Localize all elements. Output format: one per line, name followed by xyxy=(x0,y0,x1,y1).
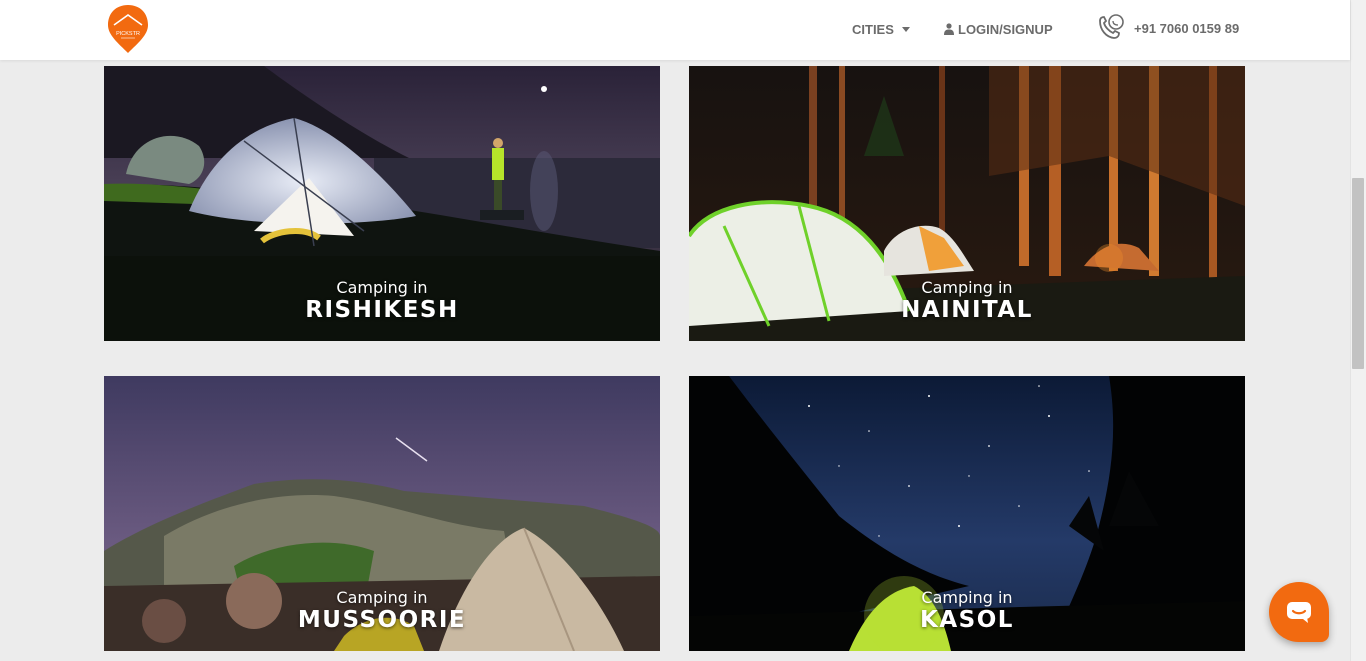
cities-label: CITIES xyxy=(852,21,894,37)
user-icon xyxy=(944,23,954,35)
chat-launcher-button[interactable] xyxy=(1269,582,1329,642)
card-city-name: KASOL xyxy=(920,607,1014,633)
card-nainital[interactable]: Camping in NAINITAL xyxy=(689,66,1245,341)
card-caption: Camping in RISHIKESH xyxy=(104,278,660,324)
card-caption: Camping in KASOL xyxy=(689,588,1245,634)
top-navbar: PICKSTR CITIES LOGIN/SIGNUP +91 7060 015… xyxy=(0,0,1350,60)
phone-number: +91 7060 0159 89 xyxy=(1134,20,1240,36)
card-city-name: NAINITAL xyxy=(901,297,1033,323)
pickstr-logo[interactable]: PICKSTR xyxy=(104,3,152,55)
card-caption: Camping in MUSSOORIE xyxy=(104,588,660,634)
phone-contact-link[interactable]: +91 7060 0159 89 xyxy=(1094,12,1239,44)
card-prefix: Camping in xyxy=(336,588,428,607)
card-prefix: Camping in xyxy=(921,588,1013,607)
logo-pin-icon: PICKSTR xyxy=(108,5,148,53)
card-caption: Camping in NAINITAL xyxy=(689,278,1245,324)
svg-text:PICKSTR: PICKSTR xyxy=(116,31,140,37)
whatsapp-phone-icon xyxy=(1099,14,1124,39)
card-prefix: Camping in xyxy=(336,278,428,297)
login-signup-link[interactable]: LOGIN/SIGNUP xyxy=(944,18,1053,40)
login-signup-label: LOGIN/SIGNUP xyxy=(958,21,1053,37)
card-kasol[interactable]: Camping in KASOL xyxy=(689,376,1245,651)
card-city-name: RISHIKESH xyxy=(305,297,459,323)
cities-dropdown[interactable]: CITIES xyxy=(852,18,910,40)
card-city-name: MUSSOORIE xyxy=(297,607,467,633)
chevron-down-icon xyxy=(901,26,910,32)
card-prefix: Camping in xyxy=(921,278,1013,297)
card-rishikesh[interactable]: Camping in RISHIKESH xyxy=(104,66,660,341)
chat-icon xyxy=(1287,602,1311,623)
card-mussoorie[interactable]: Camping in MUSSOORIE xyxy=(104,376,660,651)
scrollbar-thumb[interactable] xyxy=(1352,178,1364,369)
